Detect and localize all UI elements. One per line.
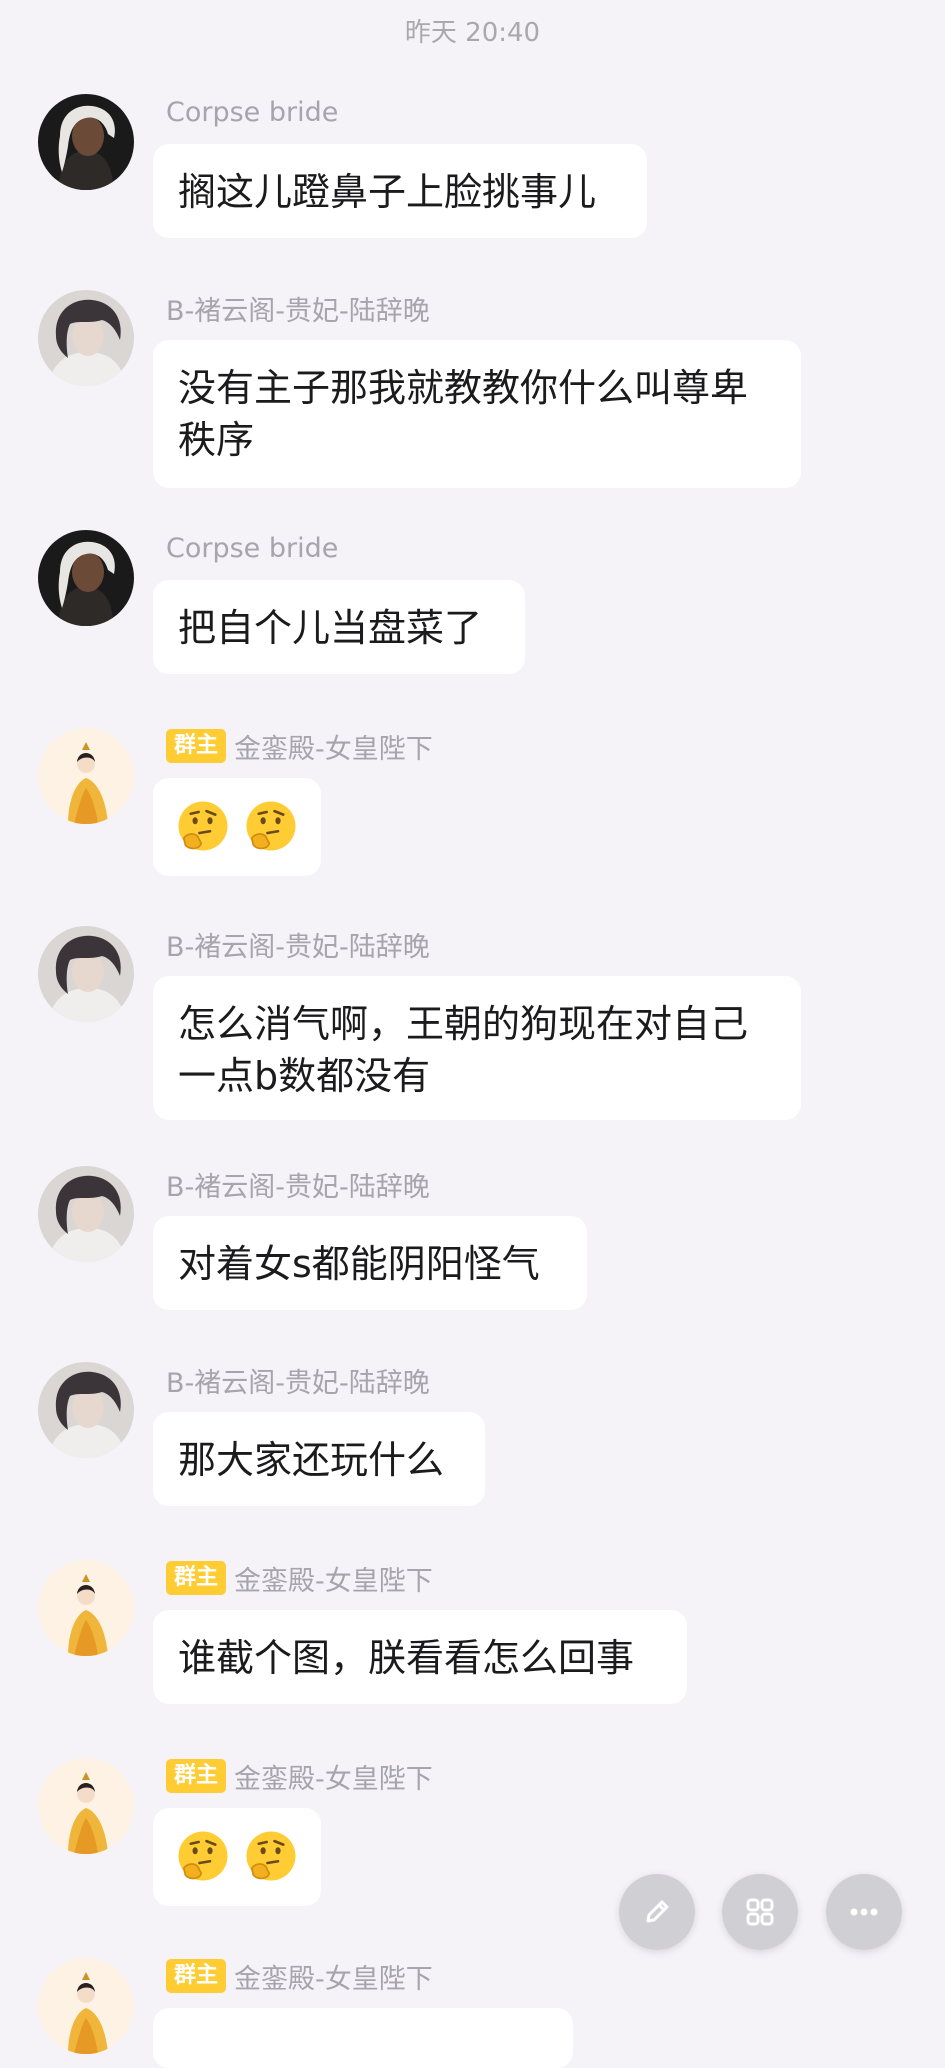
avatar[interactable] (38, 1958, 134, 2054)
grid-icon (746, 1898, 774, 1926)
edit-button[interactable] (619, 1874, 695, 1950)
sender-info: B-褚云阁-贵妃-陆辞晚 (166, 924, 430, 964)
sender-info: 群主 金銮殿-女皇陛下 (166, 1558, 433, 1598)
message-bubble[interactable]: 没有主子那我就教教你什么叫尊卑秩序 (153, 340, 801, 488)
sender-name: B-褚云阁-贵妃-陆辞晚 (166, 931, 430, 963)
message-text: 谁截个图，朕看看怎么回事 (178, 1636, 635, 1680)
message-text: 把自个儿当盘菜了 (178, 606, 483, 650)
message-text: 搁这儿蹬鼻子上脸挑事儿 (178, 170, 597, 214)
avatar[interactable] (38, 1166, 134, 1262)
thinking-face-emoji (175, 798, 231, 854)
message-bubble[interactable]: 把自个儿当盘菜了 (153, 580, 525, 674)
sender-info: 群主 金銮殿-女皇陛下 (166, 1956, 433, 1996)
sender-name: 金銮殿-女皇陛下 (234, 1963, 433, 1995)
sender-info: 群主 金銮殿-女皇陛下 (166, 1756, 433, 1796)
sender-info: Corpse bride (166, 528, 338, 568)
message-bubble[interactable] (153, 2008, 573, 2068)
apps-button[interactable] (722, 1874, 798, 1950)
message-bubble[interactable]: 谁截个图，朕看看怎么回事 (153, 1610, 687, 1704)
sender-name: 金銮殿-女皇陛下 (234, 1763, 433, 1795)
avatar[interactable] (38, 926, 134, 1022)
sender-info: B-褚云阁-贵妃-陆辞晚 (166, 288, 430, 328)
message-bubble[interactable]: 怎么消气啊，王朝的狗现在对自己一点b数都没有 (153, 976, 801, 1120)
sender-info: B-褚云阁-贵妃-陆辞晚 (166, 1360, 430, 1400)
thinking-face-emoji (243, 1828, 299, 1884)
sender-name: Corpse bride (166, 532, 339, 564)
more-button[interactable] (826, 1874, 902, 1950)
avatar[interactable] (38, 1758, 134, 1854)
sender-info: 群主 金銮殿-女皇陛下 (166, 726, 433, 766)
sender-name: B-褚云阁-贵妃-陆辞晚 (166, 1367, 430, 1399)
thinking-face-emoji (243, 798, 299, 854)
message-bubble[interactable] (153, 1808, 321, 1906)
owner-badge: 群主 (166, 1759, 227, 1793)
owner-badge: 群主 (166, 1959, 227, 1993)
message-text: 怎么消气啊，王朝的狗现在对自己一点b数都没有 (178, 1002, 749, 1098)
message-text: 没有主子那我就教教你什么叫尊卑秩序 (178, 366, 749, 462)
thinking-face-emoji (175, 1828, 231, 1884)
message-bubble[interactable]: 那大家还玩什么 (153, 1412, 485, 1506)
sender-info: Corpse bride (166, 92, 338, 132)
message-bubble[interactable]: 搁这儿蹬鼻子上脸挑事儿 (153, 144, 647, 238)
avatar[interactable] (38, 728, 134, 824)
owner-badge: 群主 (166, 1561, 227, 1595)
sender-name: B-褚云阁-贵妃-陆辞晚 (166, 295, 430, 327)
message-text: 对着女s都能阴阳怪气 (178, 1242, 540, 1286)
pencil-icon (646, 1900, 669, 1923)
avatar[interactable] (38, 1362, 134, 1458)
message-bubble[interactable] (153, 778, 321, 876)
sender-info: B-褚云阁-贵妃-陆辞晚 (166, 1164, 430, 1204)
avatar[interactable] (38, 290, 134, 386)
timestamp: 昨天 20:40 (404, 18, 541, 48)
message-bubble[interactable]: 对着女s都能阴阳怪气 (153, 1216, 587, 1310)
message-text: 那大家还玩什么 (178, 1438, 445, 1482)
sender-name: 金銮殿-女皇陛下 (234, 1565, 433, 1597)
sender-name: 金銮殿-女皇陛下 (234, 733, 433, 765)
sender-name: B-褚云阁-贵妃-陆辞晚 (166, 1171, 430, 1203)
more-icon (850, 1908, 878, 1916)
avatar[interactable] (38, 94, 134, 190)
owner-badge: 群主 (166, 729, 227, 763)
avatar[interactable] (38, 530, 134, 626)
sender-name: Corpse bride (166, 96, 339, 128)
avatar[interactable] (38, 1560, 134, 1656)
